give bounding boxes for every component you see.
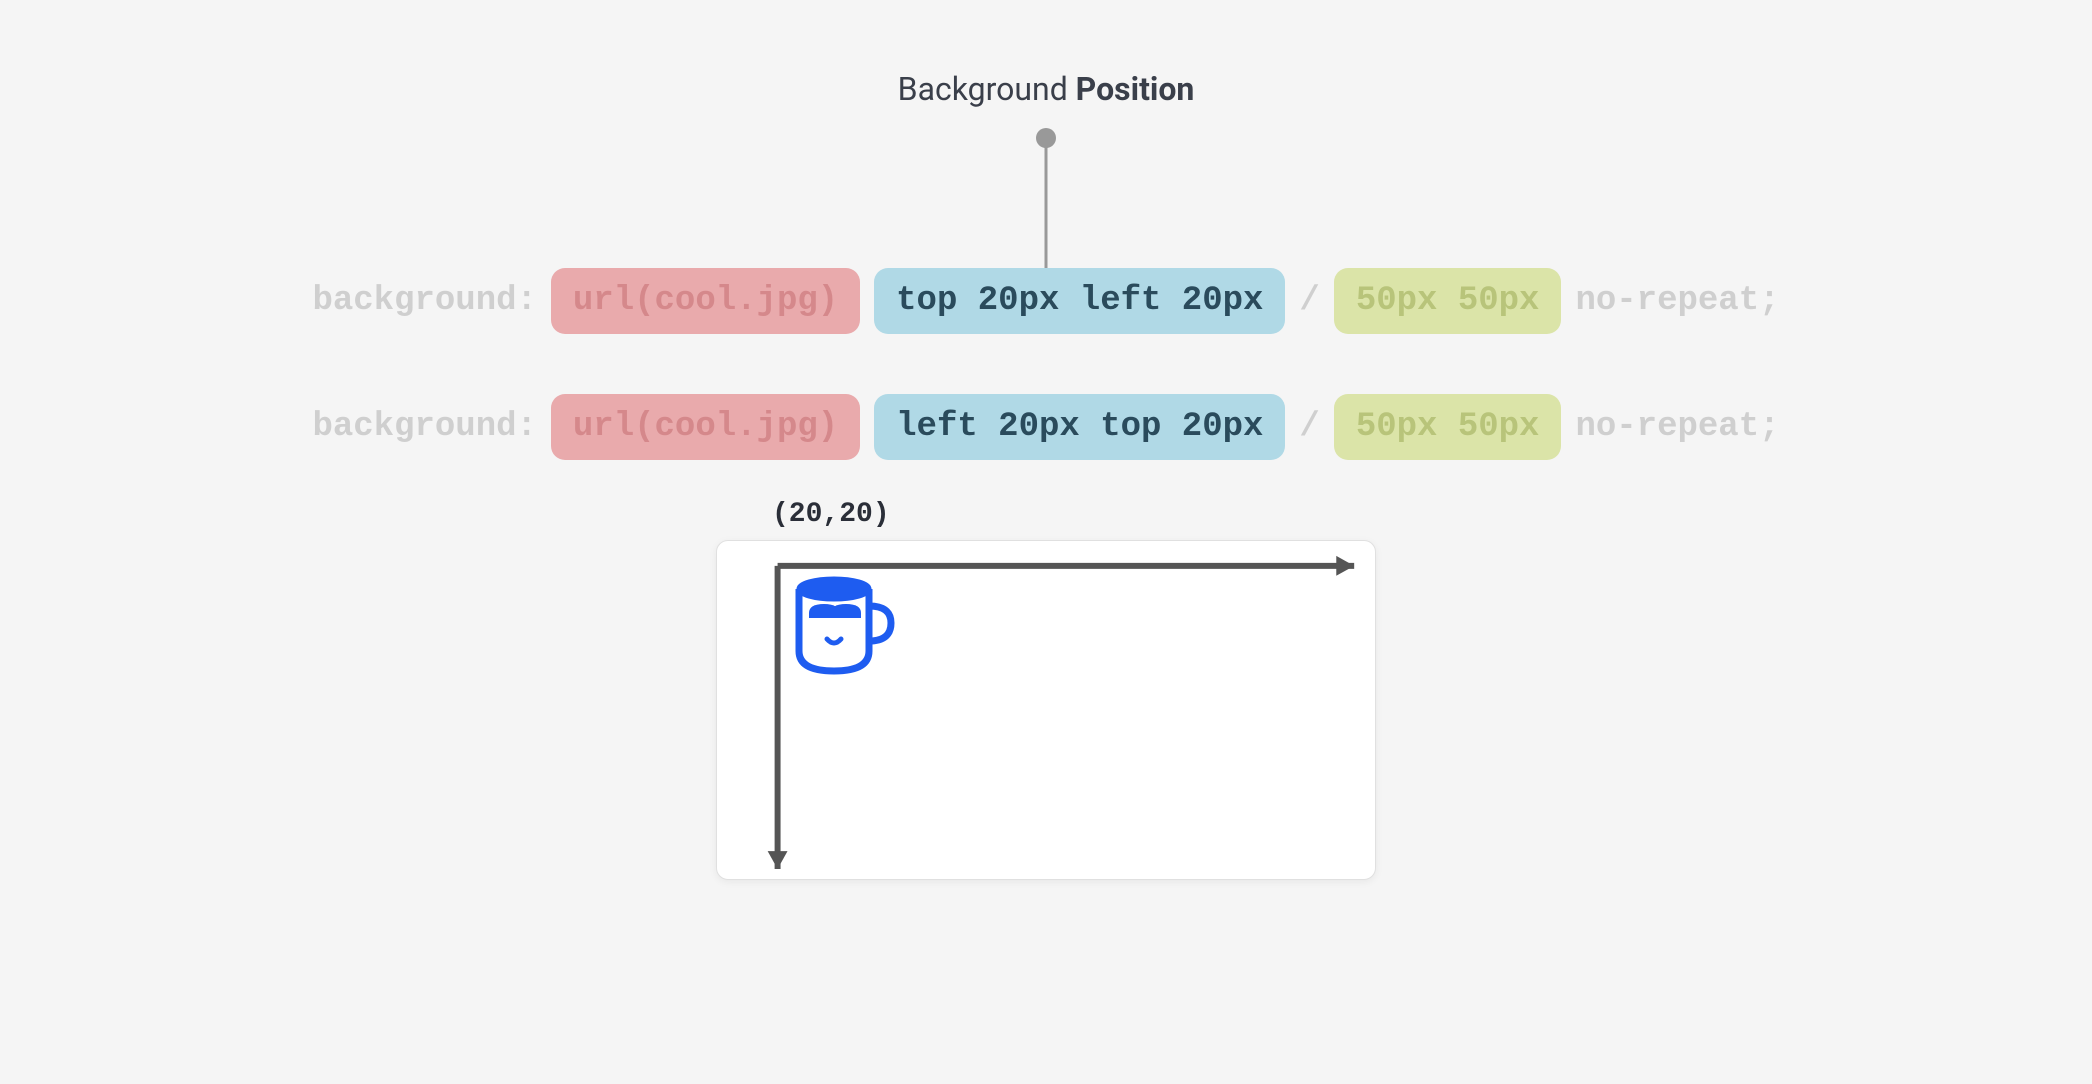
background-position-token: top 20px left 20px [874,268,1285,334]
diagram-container: Background Position background: url(cool… [0,0,2092,1084]
separator: / [1299,282,1319,320]
separator: / [1299,408,1319,446]
background-size-token: 50px 50px [1334,268,1562,334]
code-line-2: background: url(cool.jpg) left 20px top … [312,394,1779,460]
background-image-token: url(cool.jpg) [551,394,860,460]
mug-icon [789,571,899,681]
title-bold: Position [1076,70,1195,108]
background-size-token: 50px 50px [1334,394,1562,460]
connector [0,128,2092,268]
background-repeat-token: no-repeat; [1575,282,1779,320]
background-position-token: left 20px top 20px [874,394,1285,460]
css-property: background: [312,408,536,446]
visual-example-box: (20,20) [716,540,1376,880]
title-prefix: Background [898,70,1076,108]
css-property: background: [312,282,536,320]
background-image-token: url(cool.jpg) [551,268,860,334]
coordinate-label: (20,20) [772,499,890,530]
background-repeat-token: no-repeat; [1575,408,1779,446]
connector-line [1045,138,1048,268]
code-line-1: background: url(cool.jpg) top 20px left … [312,268,1779,334]
diagram-title: Background Position [898,70,1195,108]
code-examples: background: url(cool.jpg) top 20px left … [312,268,1779,460]
